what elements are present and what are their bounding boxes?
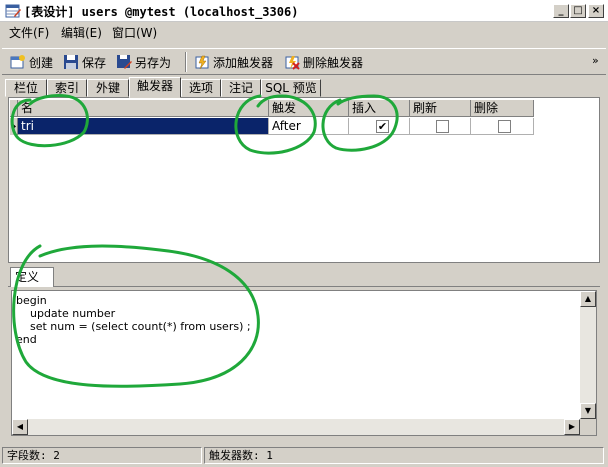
scroll-up-arrow-icon[interactable]: ▲ <box>580 291 596 307</box>
new-table-icon <box>10 55 25 69</box>
trigger-name-cell[interactable]: tri <box>18 118 269 135</box>
new-label: 创建 <box>29 55 54 70</box>
maximize-button[interactable]: □ <box>570 4 586 18</box>
column-header-timing[interactable]: 触发 <box>269 100 349 117</box>
scroll-right-arrow-icon[interactable]: ▶ <box>564 419 580 435</box>
scroll-corner <box>580 419 596 435</box>
current-row-arrow-icon <box>12 123 16 130</box>
code-line: update number <box>16 307 116 320</box>
update-cell[interactable] <box>410 118 471 135</box>
save-as-icon <box>117 55 132 69</box>
code-line: set num = (select count(*) from users) ; <box>16 320 251 333</box>
code-line: end <box>16 333 37 346</box>
vertical-scrollbar[interactable] <box>580 291 596 419</box>
insert-cell[interactable]: ✔ <box>349 118 410 135</box>
menu-edit[interactable]: 编辑(E) <box>61 24 102 41</box>
row-header-corner <box>10 100 18 117</box>
column-header-delete[interactable]: 删除 <box>471 100 534 117</box>
column-header-insert[interactable]: 插入 <box>349 100 410 117</box>
code-line: begin <box>16 294 47 307</box>
insert-checkbox[interactable]: ✔ <box>376 120 389 133</box>
tab-sql-preview[interactable]: SQL 预览 <box>261 79 321 97</box>
minimize-button[interactable]: _ <box>553 4 569 18</box>
toolbar-overflow-chevron-icon[interactable]: » <box>592 54 599 67</box>
tab-options[interactable]: 选项 <box>181 79 221 97</box>
save-button[interactable]: 保存 <box>63 51 106 73</box>
column-header-update[interactable]: 刷新 <box>410 100 471 117</box>
trigger-timing-cell[interactable]: After <box>269 118 349 135</box>
scroll-down-arrow-icon[interactable]: ▼ <box>580 403 596 419</box>
definition-tab-baseline <box>8 286 600 287</box>
table-design-icon <box>5 4 21 18</box>
tab-columns[interactable]: 栏位 <box>5 79 47 97</box>
delete-trigger-icon <box>285 56 300 70</box>
tab-foreign-keys[interactable]: 外键 <box>87 79 129 97</box>
delete-trigger-button[interactable]: 删除触发器 <box>284 51 363 73</box>
save-label: 保存 <box>82 55 107 70</box>
column-header-name[interactable]: 名 <box>18 100 269 117</box>
scroll-left-arrow-icon[interactable]: ◀ <box>12 419 28 435</box>
new-button[interactable]: 创建 <box>10 51 53 73</box>
row-indicator[interactable] <box>10 118 18 135</box>
trigger-count-status: 触发器数: 1 <box>204 447 604 464</box>
toolbar-separator <box>185 52 187 72</box>
delete-cell[interactable] <box>471 118 534 135</box>
tab-comments[interactable]: 注记 <box>221 79 261 97</box>
tab-triggers[interactable]: 触发器 <box>129 77 181 98</box>
save-icon <box>64 55 78 69</box>
menu-file[interactable]: 文件(F) <box>9 24 49 41</box>
menu-window[interactable]: 窗口(W) <box>112 24 157 41</box>
update-checkbox[interactable] <box>436 120 449 133</box>
save-as-button[interactable]: 另存为 <box>116 51 171 73</box>
tab-indexes[interactable]: 索引 <box>47 79 87 97</box>
delete-trigger-label: 删除触发器 <box>303 55 364 70</box>
field-count-status: 字段数: 2 <box>2 447 202 464</box>
tab-definition[interactable]: 定义 <box>10 267 54 287</box>
horizontal-scrollbar[interactable] <box>12 419 580 435</box>
save-as-label: 另存为 <box>135 55 172 70</box>
add-trigger-icon <box>195 55 209 70</box>
add-trigger-label: 添加触发器 <box>213 55 274 70</box>
add-trigger-button[interactable]: 添加触发器 <box>194 51 273 73</box>
delete-checkbox[interactable] <box>498 120 511 133</box>
window-title: [表设计] users @mytest (localhost_3306) <box>24 5 299 19</box>
close-button[interactable]: × <box>588 4 604 18</box>
